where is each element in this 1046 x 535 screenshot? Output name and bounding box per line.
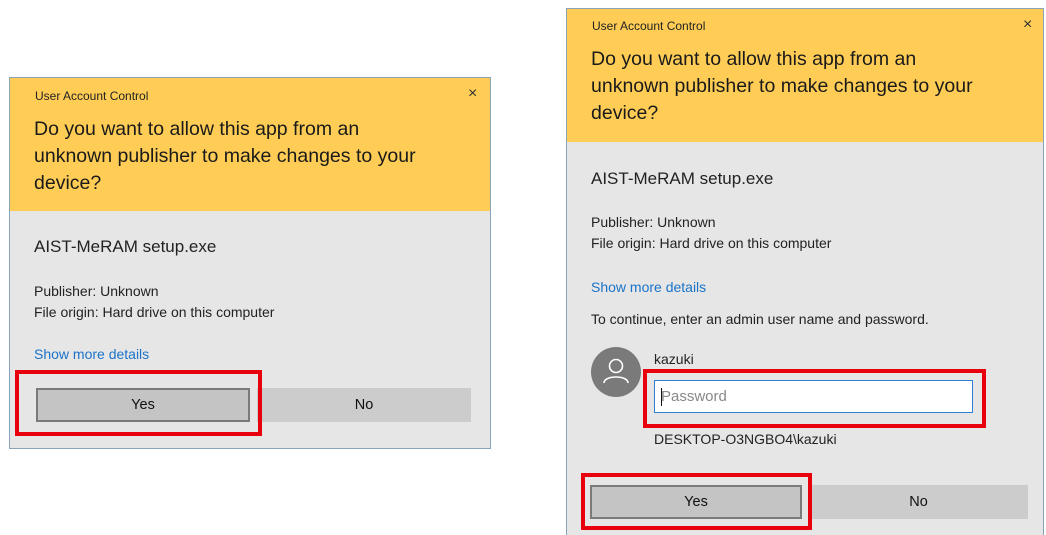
question-line: unknown publisher to make changes to you… — [34, 145, 416, 167]
no-button[interactable]: No — [809, 485, 1028, 519]
user-silhouette-icon — [603, 358, 629, 384]
uac-dialog-2: User Account Control × Do you want to al… — [566, 8, 1044, 535]
password-field[interactable] — [654, 380, 973, 413]
admin-instruction: To continue, enter an admin user name an… — [591, 311, 929, 327]
question-line: unknown publisher to make changes to you… — [591, 75, 973, 97]
show-more-details-link[interactable]: Show more details — [34, 346, 149, 362]
dialog-question: Do you want to allow this app from an un… — [591, 46, 1041, 127]
dialog-title: User Account Control — [35, 89, 149, 103]
question-line: device? — [591, 102, 659, 124]
yes-button[interactable]: Yes — [590, 485, 802, 519]
close-icon[interactable]: × — [468, 86, 477, 102]
yes-button[interactable]: Yes — [36, 388, 250, 422]
question-line: device? — [34, 172, 102, 194]
close-icon[interactable]: × — [1023, 17, 1032, 33]
publisher-text: Publisher: Unknown — [34, 283, 159, 299]
text-caret — [661, 388, 662, 406]
publisher-text: Publisher: Unknown — [591, 214, 716, 230]
show-more-details-link[interactable]: Show more details — [591, 279, 706, 295]
app-name: AIST-MeRAM setup.exe — [34, 237, 217, 256]
account-domain: DESKTOP-O3NGBO4\kazuki — [654, 431, 837, 447]
file-origin-text: File origin: Hard drive on this computer — [591, 235, 832, 251]
question-line: Do you want to allow this app from an — [591, 48, 917, 70]
uac-dialog-1: User Account Control × Do you want to al… — [9, 77, 491, 449]
app-name: AIST-MeRAM setup.exe — [591, 169, 774, 188]
no-button[interactable]: No — [257, 388, 471, 422]
file-origin-text: File origin: Hard drive on this computer — [34, 304, 275, 320]
dialog-question: Do you want to allow this app from an un… — [34, 116, 484, 197]
question-line: Do you want to allow this app from an — [34, 118, 360, 140]
user-avatar — [591, 347, 641, 397]
dialog-title: User Account Control — [592, 19, 706, 33]
username-label: kazuki — [654, 351, 694, 367]
